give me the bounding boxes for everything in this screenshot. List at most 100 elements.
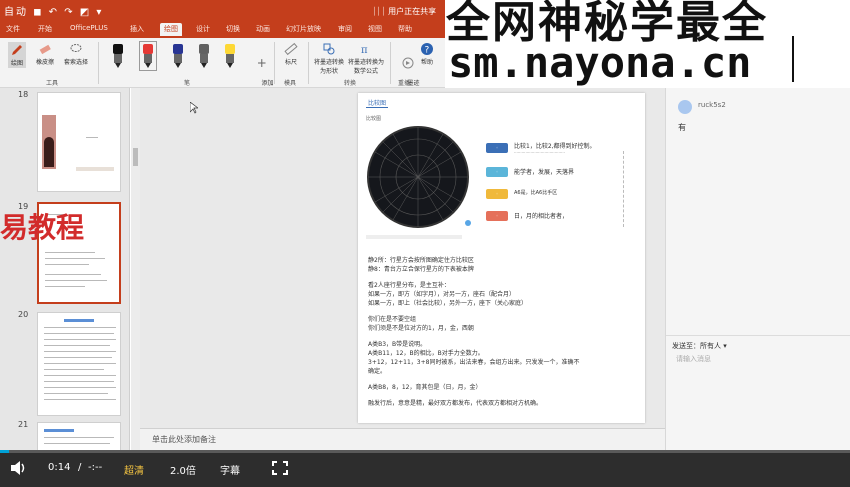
- thumbnail-text-line: [86, 137, 98, 138]
- draw-tool-button[interactable]: 绘图: [8, 42, 26, 68]
- thumbnail-text-line: [44, 399, 116, 400]
- body-line: A类B11，12，B的相比，B对手力全数力。: [368, 350, 484, 357]
- ribbon-separator: [308, 42, 309, 84]
- lasso-select-button[interactable]: 套索选择: [64, 42, 88, 66]
- ruler-icon: [284, 42, 298, 56]
- yellow-highlighter[interactable]: [224, 44, 236, 68]
- tab-animations[interactable]: 动画: [256, 24, 270, 34]
- body-line: 静2所：行星方会按所图确定住方比较区: [368, 257, 474, 264]
- tab-officeplus[interactable]: OfficePLUS: [70, 24, 108, 32]
- tab-design[interactable]: 设计: [196, 24, 210, 34]
- body-line: 你们在是不要空组: [368, 316, 417, 323]
- help-button[interactable]: ? 帮助: [420, 42, 434, 66]
- eraser-button[interactable]: 橡皮擦: [36, 42, 54, 66]
- progress-fill: [0, 450, 9, 453]
- group-convert-label: 转换: [344, 80, 357, 87]
- thumbnail-text-line: [44, 345, 110, 346]
- tab-slideshow[interactable]: 幻灯片放映: [286, 24, 321, 34]
- chat-divider: [666, 335, 850, 336]
- thumbnail-heading-bar: [64, 319, 94, 322]
- help-label: 帮助: [420, 59, 433, 66]
- quality-button[interactable]: 超清: [124, 462, 144, 477]
- slide-thumbnail-21[interactable]: [37, 422, 121, 452]
- notes-pane[interactable]: 单击此处添加备注: [140, 428, 665, 450]
- thumbnail-text-line: [45, 264, 89, 265]
- app-window: 自动 ◼ ↶ ↷ ◩ ▾ ⏐⏐⏐ 用户正在共享 文件 开始 OfficePLUS…: [0, 0, 850, 487]
- slide-thumbnail-18[interactable]: [37, 92, 121, 192]
- slide-editor: 比较图 比较图 ◦ ◦ ◦ ◦ 比较1，比较2,都得到好控制。 ········…: [140, 88, 665, 428]
- scrollbar-thumb[interactable]: [133, 148, 138, 166]
- current-slide[interactable]: 比较图 比较图 ◦ ◦ ◦ ◦ 比较1，比较2,都得到好控制。 ········…: [358, 93, 645, 423]
- thumbnail-scrollbar[interactable]: [131, 88, 140, 450]
- tab-insert[interactable]: 插入: [130, 24, 144, 34]
- volume-icon[interactable]: [10, 460, 28, 476]
- ink-to-math-button[interactable]: π 将墨迹转换为数学公式: [348, 42, 384, 75]
- pen-cap: [199, 44, 209, 54]
- thumbnail-number: 21: [18, 420, 29, 429]
- pen-tip: [115, 63, 121, 68]
- ruler-button[interactable]: 标尺: [284, 42, 298, 66]
- tab-review[interactable]: 审阅: [338, 24, 352, 34]
- quick-access-toolbar[interactable]: 自动 ◼ ↶ ↷ ◩ ▾: [4, 3, 103, 18]
- tab-help[interactable]: 帮助: [398, 24, 412, 34]
- body-line: A类B3，B带是说明。: [368, 341, 427, 348]
- ribbon-separator: [274, 42, 275, 84]
- body-line: 确定。: [368, 368, 387, 375]
- pen-body: [114, 54, 122, 63]
- chat-recipient-select[interactable]: 发送至：所有人 ▾: [672, 341, 727, 351]
- chat-input[interactable]: 请输入消息: [676, 354, 711, 364]
- bullet-dashed-box: [514, 151, 624, 227]
- avatar: [678, 100, 692, 114]
- navy-pen[interactable]: [172, 44, 184, 68]
- thumbnail-text-line: [44, 363, 116, 364]
- ink-to-math-label: 将墨迹转换为数学公式: [348, 59, 385, 75]
- tab-transitions[interactable]: 切换: [226, 24, 240, 34]
- label-tag-blue: ◦: [486, 143, 508, 153]
- body-line: [368, 332, 638, 339]
- group-pens-label: 笔: [184, 80, 191, 87]
- pen-cap: [143, 44, 153, 54]
- pen-tip: [175, 63, 181, 68]
- video-player-bar: 0:14 / -:-- 超清 2.0倍 字幕: [0, 450, 850, 487]
- pen-cap: [173, 44, 183, 54]
- tab-file[interactable]: 文件: [6, 24, 20, 34]
- thumbnail-text-line: [45, 274, 101, 275]
- thumbnail-text-line: [44, 443, 110, 444]
- body-line: 如果一方，即上（社会比较），另外一方，座下（关心家庭）: [368, 300, 528, 307]
- speed-button[interactable]: 2.0倍: [170, 462, 196, 477]
- pen-body: [144, 54, 152, 63]
- group-tools-label: 工具: [46, 80, 59, 87]
- lasso-select-label: 套索选择: [64, 59, 89, 66]
- plus-icon: +: [256, 56, 267, 70]
- fullscreen-icon[interactable]: [272, 461, 288, 475]
- body-line: [368, 273, 638, 280]
- progress-bar[interactable]: [0, 450, 850, 453]
- pen-body: [174, 54, 182, 63]
- slide-bullet: 比较1，比较2,都得到好控制。: [514, 143, 596, 150]
- slide-subtitle: 比较图: [366, 116, 382, 122]
- tab-home[interactable]: 开始: [38, 24, 52, 34]
- chat-panel: ruck5s2 有 发送至：所有人 ▾ 请输入消息: [665, 88, 850, 450]
- thumbnail-text-line: [45, 258, 105, 259]
- slide-thumbnail-20[interactable]: [37, 312, 121, 416]
- ink-to-shape-button[interactable]: 将墨迹转换为形状: [314, 42, 344, 75]
- red-pen[interactable]: [139, 41, 157, 71]
- tab-draw[interactable]: 绘图: [160, 23, 182, 36]
- subtitle-button[interactable]: 字幕: [220, 462, 240, 477]
- gray-pen[interactable]: [198, 44, 210, 68]
- slide-thumbnail-pane[interactable]: 18 19 20 21: [0, 88, 130, 452]
- thumbnail-text-line: [44, 327, 116, 328]
- ribbon: 绘图 橡皮擦 套索选择 工具 + 添加 笔 笔: [0, 38, 445, 96]
- help-icon: ?: [421, 43, 433, 56]
- notes-placeholder: 单击此处添加备注: [152, 435, 216, 444]
- tab-view[interactable]: 视图: [368, 24, 382, 34]
- current-time: 0:14: [48, 462, 71, 473]
- group-stencils-label: 模具: [284, 80, 297, 87]
- eraser-label: 橡皮擦: [36, 59, 55, 66]
- pen-tip: [145, 63, 151, 68]
- ribbon-separator: [390, 42, 391, 84]
- astrology-chart-wheel: [367, 126, 471, 228]
- thumbnail-number: 18: [18, 90, 29, 99]
- watermark-url: sm.nayona.cn: [448, 38, 752, 87]
- black-pen[interactable]: [112, 44, 124, 68]
